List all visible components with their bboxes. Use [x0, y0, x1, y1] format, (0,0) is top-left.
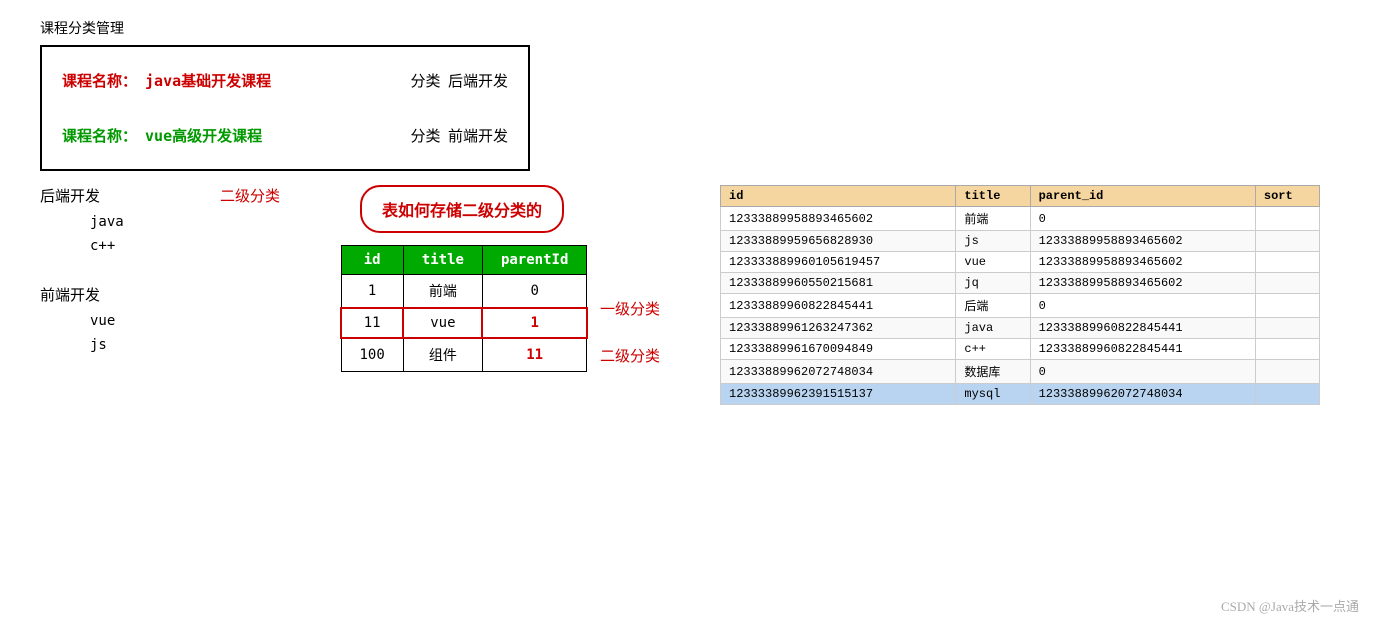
db-table-row-4: 12333889960550215681 jq 1233388995889346… — [721, 273, 1320, 294]
db-table-row-3: 123333889960105619457 vue 12333889958893… — [721, 252, 1320, 273]
small-table-cell-title-3: 组件 — [403, 338, 482, 372]
db-cell-sort-3 — [1255, 252, 1319, 273]
db-table-row-5: 12333889960822845441 后端 0 — [721, 294, 1320, 318]
small-table-header-title: title — [403, 246, 482, 275]
db-cell-title-6: java — [956, 318, 1030, 339]
small-table-header-id: id — [341, 246, 403, 275]
course-box: 课程名称： java基础开发课程 分类 后端开发 课程名称： vue高级开发课程… — [40, 45, 530, 171]
tree-js: js — [90, 337, 240, 353]
db-cell-parent-2: 12333889958893465602 — [1030, 231, 1255, 252]
small-table-cell-id-3: 100 — [341, 338, 403, 372]
db-header-parent-id: parent_id — [1030, 186, 1255, 207]
db-table-row-2: 12333889959656828930 js 1233388995889346… — [721, 231, 1320, 252]
course-item-1: 课程名称： java基础开发课程 分类 后端开发 — [62, 70, 508, 91]
db-header-sort: sort — [1255, 186, 1319, 207]
tree-backend-label: 后端开发 — [40, 185, 240, 206]
course-label-2: 课程名称： — [62, 125, 137, 146]
page-title: 课程分类管理 — [40, 18, 124, 38]
db-cell-title-2: js — [956, 231, 1030, 252]
db-cell-parent-4: 12333889958893465602 — [1030, 273, 1255, 294]
tree-frontend-label: 前端开发 — [40, 284, 240, 305]
small-table-cell-title-1: 前端 — [403, 275, 482, 309]
tree-cpp: c++ — [90, 238, 240, 254]
db-cell-title-8: 数据库 — [956, 360, 1030, 384]
course-name-1: java基础开发课程 — [145, 70, 271, 91]
db-table-row-7: 12333889961670094849 c++ 123338899608228… — [721, 339, 1320, 360]
course-item-2: 课程名称： vue高级开发课程 分类 前端开发 — [62, 125, 508, 146]
db-table: id title parent_id sort 1233388995889346… — [720, 185, 1320, 405]
db-cell-id-4: 12333889960550215681 — [721, 273, 956, 294]
db-cell-title-9: mysql — [956, 384, 1030, 405]
db-table-wrapper: id title parent_id sort 1233388995889346… — [720, 185, 1320, 405]
db-cell-id-1: 12333889958893465602 — [721, 207, 956, 231]
small-table-row-3: 100 组件 11 — [341, 338, 587, 372]
db-cell-sort-8 — [1255, 360, 1319, 384]
small-table-cell-parentid-3: 11 — [482, 338, 586, 372]
db-table-row-9: 12333389962391515137 mysql 1233388996207… — [721, 384, 1320, 405]
db-cell-parent-3: 12333889958893465602 — [1030, 252, 1255, 273]
page-wrapper: 课程分类管理 课程名称： java基础开发课程 分类 后端开发 课程名称： vu… — [0, 0, 1379, 630]
db-cell-parent-5: 0 — [1030, 294, 1255, 318]
course-category-2: 分类 前端开发 — [410, 125, 508, 146]
db-cell-sort-6 — [1255, 318, 1319, 339]
tree-java: java — [90, 214, 240, 230]
db-cell-title-3: vue — [956, 252, 1030, 273]
db-table-row-6: 12333889961263247362 java 12333889960822… — [721, 318, 1320, 339]
small-table-cell-parentid-2: 1 — [482, 308, 586, 338]
db-cell-parent-1: 0 — [1030, 207, 1255, 231]
db-cell-sort-1 — [1255, 207, 1319, 231]
db-cell-id-9: 12333389962391515137 — [721, 384, 956, 405]
db-cell-parent-9: 12333889962072748034 — [1030, 384, 1255, 405]
small-table-cell-parentid-1: 0 — [482, 275, 586, 309]
level1-label: 一级分类 — [600, 298, 660, 319]
db-cell-title-1: 前端 — [956, 207, 1030, 231]
db-table-header-row: id title parent_id sort — [721, 186, 1320, 207]
small-table-cell-id-1: 1 — [341, 275, 403, 309]
small-table-wrapper: id title parentId 1 前端 0 11 vue 1 100 — [340, 245, 588, 372]
db-cell-title-5: 后端 — [956, 294, 1030, 318]
db-table-row-1: 12333889958893465602 前端 0 — [721, 207, 1320, 231]
db-cell-sort-4 — [1255, 273, 1319, 294]
db-cell-title-4: jq — [956, 273, 1030, 294]
db-header-id: id — [721, 186, 956, 207]
bubble-box: 表如何存储二级分类的 — [360, 185, 564, 233]
category-value-1: 后端开发 — [448, 74, 508, 90]
db-cell-parent-7: 12333889960822845441 — [1030, 339, 1255, 360]
small-table-row-1: 1 前端 0 — [341, 275, 587, 309]
db-header-title: title — [956, 186, 1030, 207]
small-table-cell-title-2: vue — [403, 308, 482, 338]
db-cell-id-6: 12333889961263247362 — [721, 318, 956, 339]
db-cell-sort-2 — [1255, 231, 1319, 252]
db-cell-id-5: 12333889960822845441 — [721, 294, 956, 318]
second-class-label: 二级分类 — [220, 185, 280, 206]
small-table-header-parentid: parentId — [482, 246, 586, 275]
course-category-1: 分类 后端开发 — [410, 70, 508, 91]
small-table-cell-id-2: 11 — [341, 308, 403, 338]
watermark: CSDN @Java技术一点通 — [1221, 596, 1359, 615]
course-name-2: vue高级开发课程 — [145, 125, 262, 146]
category-value-2: 前端开发 — [448, 129, 508, 145]
db-cell-sort-5 — [1255, 294, 1319, 318]
db-cell-sort-9 — [1255, 384, 1319, 405]
db-cell-parent-6: 12333889960822845441 — [1030, 318, 1255, 339]
db-cell-parent-8: 0 — [1030, 360, 1255, 384]
small-table: id title parentId 1 前端 0 11 vue 1 100 — [340, 245, 588, 372]
tree-vue: vue — [90, 313, 240, 329]
course-label-1: 课程名称： — [62, 70, 137, 91]
small-table-header-row: id title parentId — [341, 246, 587, 275]
level2-label: 二级分类 — [600, 345, 660, 366]
db-cell-id-3: 123333889960105619457 — [721, 252, 956, 273]
small-table-row-2: 11 vue 1 — [341, 308, 587, 338]
db-cell-sort-7 — [1255, 339, 1319, 360]
db-cell-id-8: 12333889962072748034 — [721, 360, 956, 384]
db-cell-id-7: 12333889961670094849 — [721, 339, 956, 360]
db-table-row-8: 12333889962072748034 数据库 0 — [721, 360, 1320, 384]
tree-section: 后端开发 java c++ 前端开发 vue js — [40, 185, 240, 361]
db-cell-title-7: c++ — [956, 339, 1030, 360]
db-cell-id-2: 12333889959656828930 — [721, 231, 956, 252]
category-prefix-1: 分类 — [410, 74, 440, 90]
category-prefix-2: 分类 — [410, 129, 440, 145]
